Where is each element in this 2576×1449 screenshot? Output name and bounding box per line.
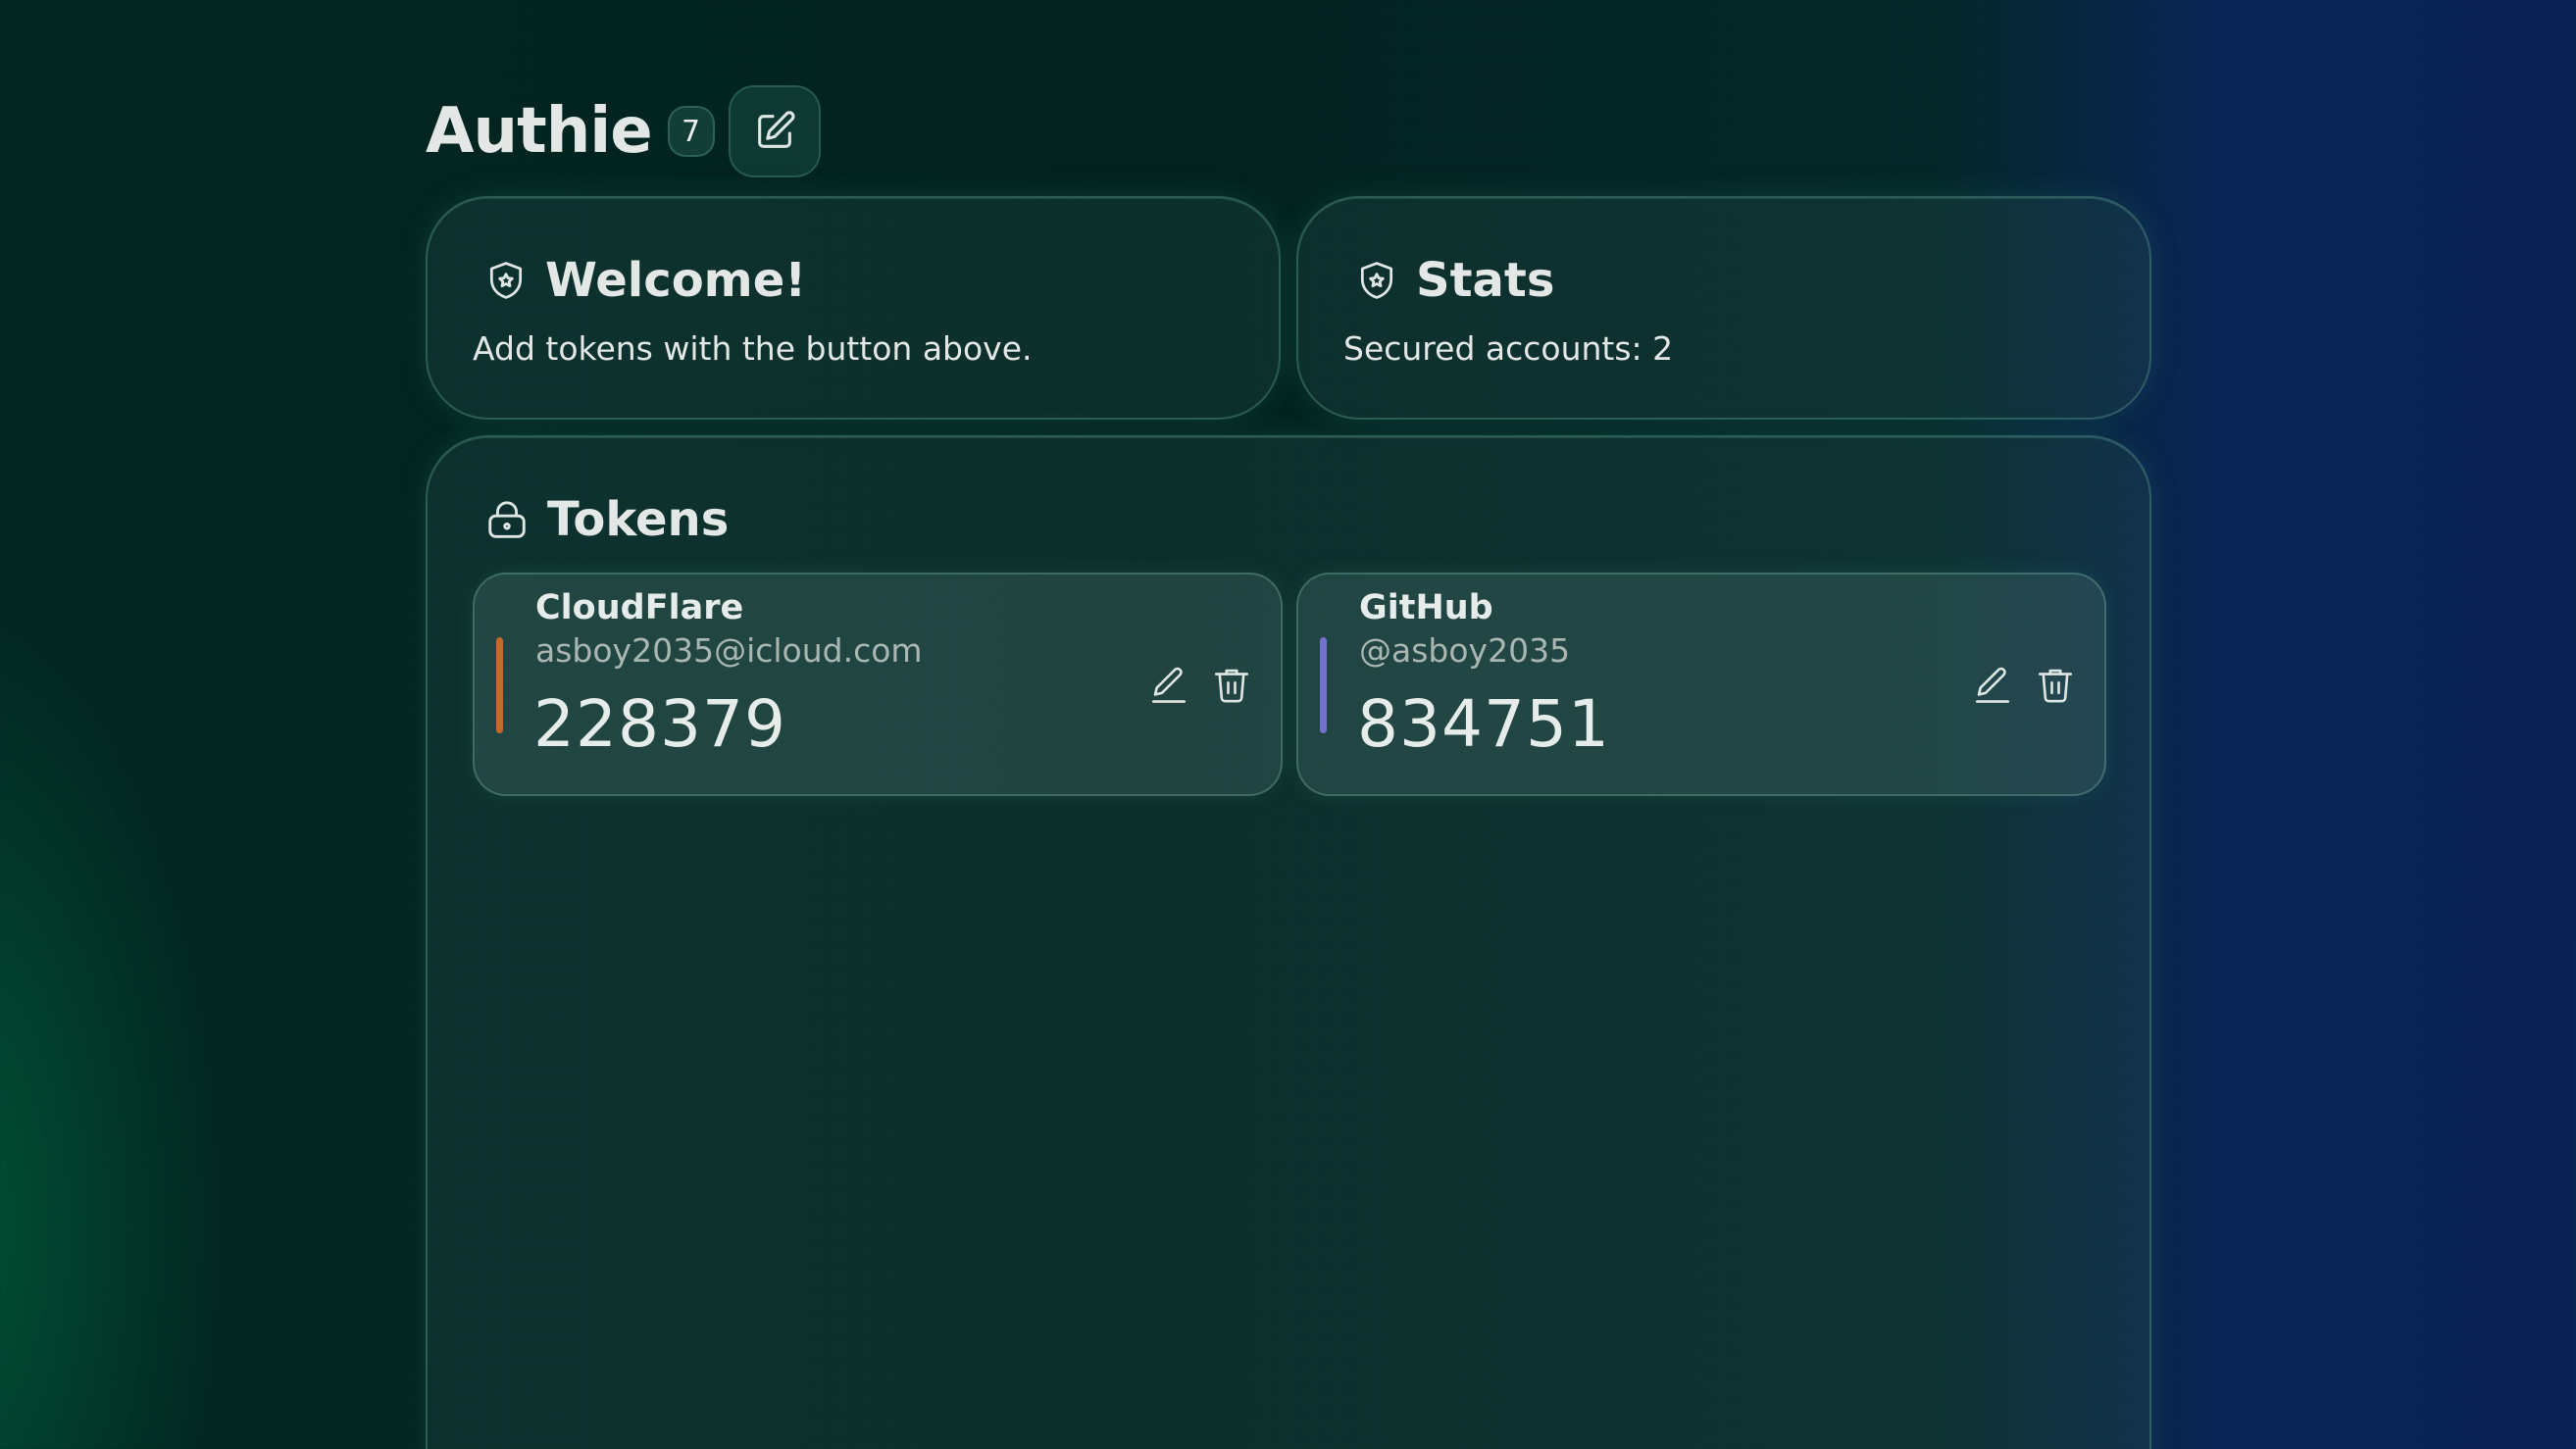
edit-token-button[interactable]: [1143, 659, 1194, 710]
delete-token-button[interactable]: [2030, 659, 2081, 710]
pencil-icon: [1975, 667, 2010, 703]
stats-card-header: Stats: [1355, 253, 1554, 308]
token-item[interactable]: CloudFlare asboy2035@icloud.com 228379: [473, 573, 1283, 796]
welcome-title: Welcome!: [545, 253, 807, 308]
lock-icon: [488, 501, 526, 538]
shield-star-icon: [1360, 262, 1393, 299]
token-accent-bar: [496, 637, 503, 733]
token-count-badge: 7: [667, 106, 715, 157]
token-accent-bar: [1320, 637, 1327, 733]
token-actions: [1132, 659, 1257, 710]
token-name: CloudFlare: [535, 588, 744, 627]
tokens-card: Tokens CloudFlare asboy2035@icloud.com 2…: [426, 435, 2151, 1449]
edit-square-icon: [757, 111, 795, 148]
trash-icon: [1214, 669, 1249, 703]
token-name: GitHub: [1359, 588, 1493, 627]
app-container: Authie 7 Welcome! Add tokens with the bu…: [426, 0, 2151, 1449]
token-actions: [1955, 659, 2081, 710]
token-account: @asboy2035: [1359, 631, 1571, 670]
stats-card: Stats Secured accounts: 2: [1296, 196, 2151, 420]
welcome-text: Add tokens with the button above.: [473, 329, 1033, 368]
token-item[interactable]: GitHub @asboy2035 834751: [1296, 573, 2106, 796]
token-account: asboy2035@icloud.com: [535, 631, 923, 670]
edit-button[interactable]: [728, 85, 821, 177]
tokens-title: Tokens: [547, 492, 730, 547]
token-list: CloudFlare asboy2035@icloud.com 228379 G…: [473, 573, 2106, 800]
delete-token-button[interactable]: [1206, 659, 1257, 710]
app-title: Authie: [426, 95, 653, 168]
token-code[interactable]: 228379: [533, 686, 786, 762]
welcome-card: Welcome! Add tokens with the button abov…: [426, 196, 1281, 420]
welcome-card-header: Welcome!: [484, 253, 806, 308]
trash-icon: [2038, 669, 2073, 703]
tokens-card-header: Tokens: [484, 492, 729, 547]
edit-token-button[interactable]: [1967, 659, 2018, 710]
shield-star-icon: [489, 262, 523, 299]
stats-text: Secured accounts: 2: [1343, 329, 1674, 368]
stats-title: Stats: [1416, 253, 1555, 308]
token-code[interactable]: 834751: [1357, 686, 1610, 762]
header: Authie 7: [426, 84, 821, 178]
pencil-icon: [1151, 667, 1187, 703]
